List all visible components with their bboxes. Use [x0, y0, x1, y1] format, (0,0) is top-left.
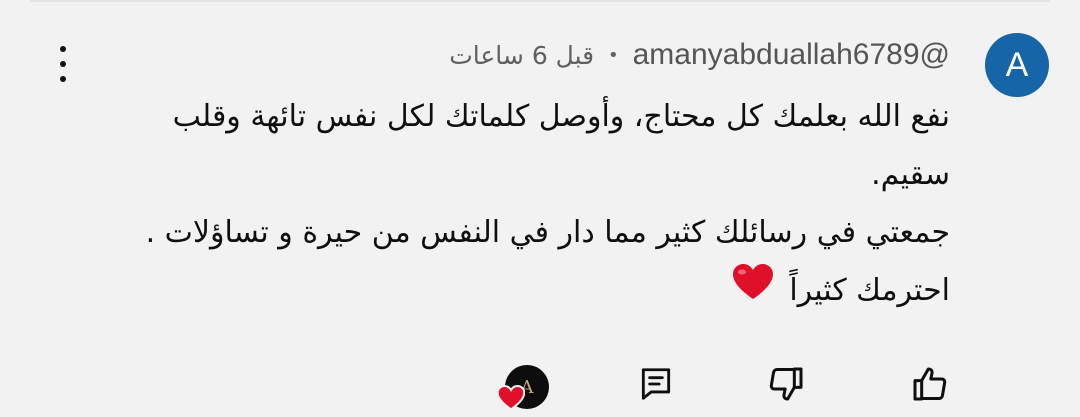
comment-line: سقيم. [871, 157, 950, 192]
avatar[interactable]: A [985, 33, 1049, 97]
avatar-letter: A [1005, 45, 1029, 84]
meta-separator: • [608, 45, 619, 66]
red-heart-emoji [732, 263, 774, 321]
dislike-button[interactable] [764, 362, 808, 406]
more-vertical-icon[interactable] [52, 46, 74, 82]
comment-header: @amanyabduallah6789 • قبل 6 ساعات [449, 38, 950, 72]
reply-comment-icon [641, 368, 671, 400]
comment-line-last: احترمك كثيراً [110, 262, 950, 321]
comment-line: احترمك كثيراً [789, 273, 950, 308]
creator-heart-icon [497, 385, 525, 411]
like-button[interactable] [908, 362, 952, 406]
comment-line: جمعتي في رسائلك كثير مما دار في النفس من… [145, 215, 950, 250]
timestamp: قبل 6 ساعات [449, 41, 595, 70]
thumbs-up-icon [913, 367, 947, 401]
creator-heart: A [497, 365, 551, 411]
divider [30, 0, 1050, 2]
comment-text: نفع الله بعلمك كل محتاج، وأوصل كلماتك لك… [110, 88, 950, 321]
author-handle[interactable]: @amanyabduallah6789 [633, 38, 950, 71]
thumbs-down-icon [769, 367, 803, 401]
comment-line: نفع الله بعلمك كل محتاج، وأوصل كلماتك لك… [172, 99, 950, 134]
reply-button[interactable] [634, 362, 678, 406]
